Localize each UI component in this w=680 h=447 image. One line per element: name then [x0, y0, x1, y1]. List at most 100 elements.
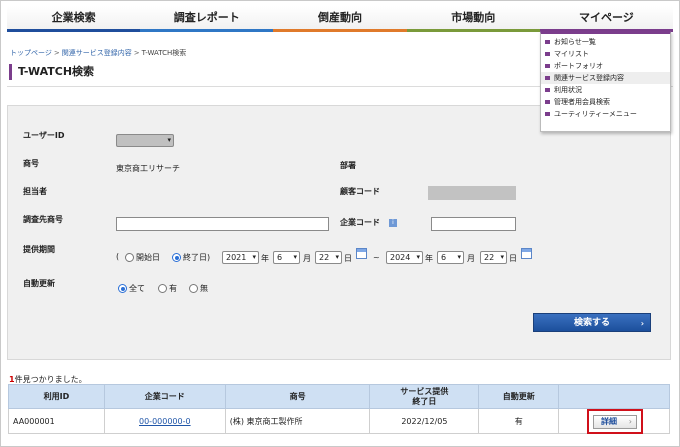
from-day-value: 22 — [319, 253, 330, 262]
to-year-value: 2024 — [390, 253, 411, 262]
radio-circle — [189, 284, 198, 293]
mypage-dropdown-menu: お知らせ一覧 マイリスト ポートフォリオ 関連サービス登録内容 利用状況 管理者… — [540, 31, 671, 132]
radio-end-date-label: 終了日) — [183, 253, 211, 262]
from-month-select[interactable]: 6 ▾ — [273, 251, 300, 264]
breadcrumb-top-page[interactable]: トップページ — [10, 49, 52, 57]
header-auto-update: 自動更新 — [478, 384, 560, 409]
nav-bankruptcy-trends[interactable]: 倒産動向 — [273, 6, 407, 32]
customer-code-value — [428, 186, 516, 200]
nav-survey-report[interactable]: 調査レポート — [140, 6, 274, 32]
user-id-label: ユーザーID — [23, 131, 65, 140]
breadcrumb-separator-icon: > — [53, 49, 60, 57]
bullet-icon — [545, 64, 550, 68]
info-icon[interactable]: i — [389, 219, 397, 227]
result-count-text: 件見つかりました。 — [14, 375, 87, 384]
header-company-code: 企業コード — [103, 384, 226, 409]
breadcrumb-separator-icon: > — [133, 49, 140, 57]
chevron-down-icon: ▾ — [335, 253, 339, 261]
detail-highlight-box: 詳細 › — [587, 409, 643, 434]
breadcrumb-current: T-WATCH検索 — [141, 49, 187, 57]
radio-auto-no-label: 無 — [200, 284, 208, 293]
nav-market-trends[interactable]: 市場動向 — [406, 6, 541, 32]
auto-update-label: 自動更新 — [23, 279, 55, 288]
survey-name-input[interactable] — [116, 217, 329, 231]
radio-auto-all-label: 全て — [129, 284, 145, 293]
menu-item-label: ポートフォリオ — [554, 62, 603, 70]
department-label: 部署 — [340, 161, 356, 170]
from-year-value: 2021 — [226, 253, 247, 262]
radio-start-date[interactable]: 開始日 — [125, 252, 160, 263]
day-unit: 日 — [344, 254, 352, 263]
month-unit: 月 — [467, 254, 475, 263]
calendar-icon[interactable] — [356, 248, 367, 259]
menu-item-notices[interactable]: お知らせ一覧 — [541, 36, 670, 48]
header-service-end-date: サービス提供 終了日 — [369, 384, 480, 409]
period-label: 提供期間 — [23, 245, 55, 254]
nav-mypage[interactable]: マイページ — [539, 6, 674, 32]
nav-company-search[interactable]: 企業検索 — [7, 6, 141, 32]
menu-item-portfolio[interactable]: ポートフォリオ — [541, 60, 670, 72]
year-unit: 年 — [261, 254, 269, 263]
radio-circle — [125, 253, 134, 262]
cell-company-code: 00-000000-0 — [103, 408, 226, 434]
to-day-value: 22 — [484, 253, 495, 262]
from-year-select[interactable]: 2021 ▾ — [222, 251, 259, 264]
bullet-icon — [545, 88, 550, 92]
to-year-select[interactable]: 2024 ▾ — [386, 251, 423, 264]
breadcrumb-related-services[interactable]: 関連サービス登録内容 — [62, 49, 132, 57]
bullet-icon — [545, 112, 550, 116]
to-month-select[interactable]: 6 ▾ — [437, 251, 464, 264]
table-row: AA000001 00-000000-0 (株) 東京商工製作所 2022/12… — [8, 408, 670, 434]
breadcrumb: トップページ > 関連サービス登録内容 > T-WATCH検索 — [10, 48, 186, 58]
company-code-link[interactable]: 00-000000-0 — [139, 417, 191, 426]
radio-circle-selected — [118, 284, 127, 293]
radio-circle-selected — [172, 253, 181, 262]
page-title: T-WATCH検索 — [9, 64, 94, 80]
radio-end-date[interactable]: 終了日) — [172, 252, 210, 263]
to-month-value: 6 — [441, 253, 447, 262]
day-unit: 日 — [509, 254, 517, 263]
menu-item-label: お知らせ一覧 — [554, 38, 596, 46]
menu-item-utility[interactable]: ユーティリティーメニュー — [541, 108, 670, 120]
table-header-row: 利用ID 企業コード 商号 サービス提供 終了日 自動更新 — [8, 384, 670, 409]
company-code-label: 企業コード — [340, 218, 380, 227]
menu-item-label: 管理者用会員検索 — [554, 98, 610, 106]
chevron-down-icon: ▾ — [416, 253, 420, 261]
detail-button[interactable]: 詳細 › — [593, 415, 637, 429]
to-day-select[interactable]: 22 ▾ — [480, 251, 507, 264]
cell-company-name: (株) 東京商工製作所 — [224, 408, 371, 434]
chevron-down-icon: ▾ — [252, 253, 256, 261]
cell-auto-update: 有 — [478, 408, 560, 434]
bullet-icon — [545, 52, 550, 56]
calendar-icon[interactable] — [521, 248, 532, 259]
menu-item-label: 関連サービス登録内容 — [554, 74, 624, 82]
customer-code-label: 顧客コード — [340, 187, 380, 196]
radio-auto-yes[interactable]: 有 — [158, 283, 177, 294]
detail-button-label: 詳細 — [601, 417, 617, 426]
company-name-value: 東京商工リサーチ — [116, 164, 180, 173]
radio-auto-yes-label: 有 — [169, 284, 177, 293]
chevron-down-icon: ▾ — [167, 136, 171, 144]
header-usage-id: 利用ID — [8, 384, 105, 409]
bullet-icon — [545, 100, 550, 104]
radio-circle — [158, 284, 167, 293]
menu-item-usage-status[interactable]: 利用状況 — [541, 84, 670, 96]
chevron-down-icon: ▾ — [500, 253, 504, 261]
period-paren-open: ( — [116, 252, 120, 261]
search-button[interactable]: 検索する › — [533, 313, 651, 332]
company-code-input[interactable] — [431, 217, 516, 231]
menu-item-related-services[interactable]: 関連サービス登録内容 — [541, 72, 670, 84]
company-name-label: 商号 — [23, 159, 39, 168]
radio-start-date-label: 開始日 — [136, 253, 160, 262]
bullet-icon — [545, 76, 550, 80]
header-action — [558, 384, 670, 409]
menu-item-mylist[interactable]: マイリスト — [541, 48, 670, 60]
radio-auto-all[interactable]: 全て — [118, 283, 145, 294]
bullet-icon — [545, 40, 550, 44]
results-table: 利用ID 企業コード 商号 サービス提供 終了日 自動更新 AA000001 00… — [8, 384, 670, 434]
radio-auto-no[interactable]: 無 — [189, 283, 208, 294]
from-day-select[interactable]: 22 ▾ — [315, 251, 342, 264]
person-label: 担当者 — [23, 187, 47, 196]
menu-item-admin-member-search[interactable]: 管理者用会員検索 — [541, 96, 670, 108]
user-id-select[interactable]: ▾ — [116, 134, 174, 147]
